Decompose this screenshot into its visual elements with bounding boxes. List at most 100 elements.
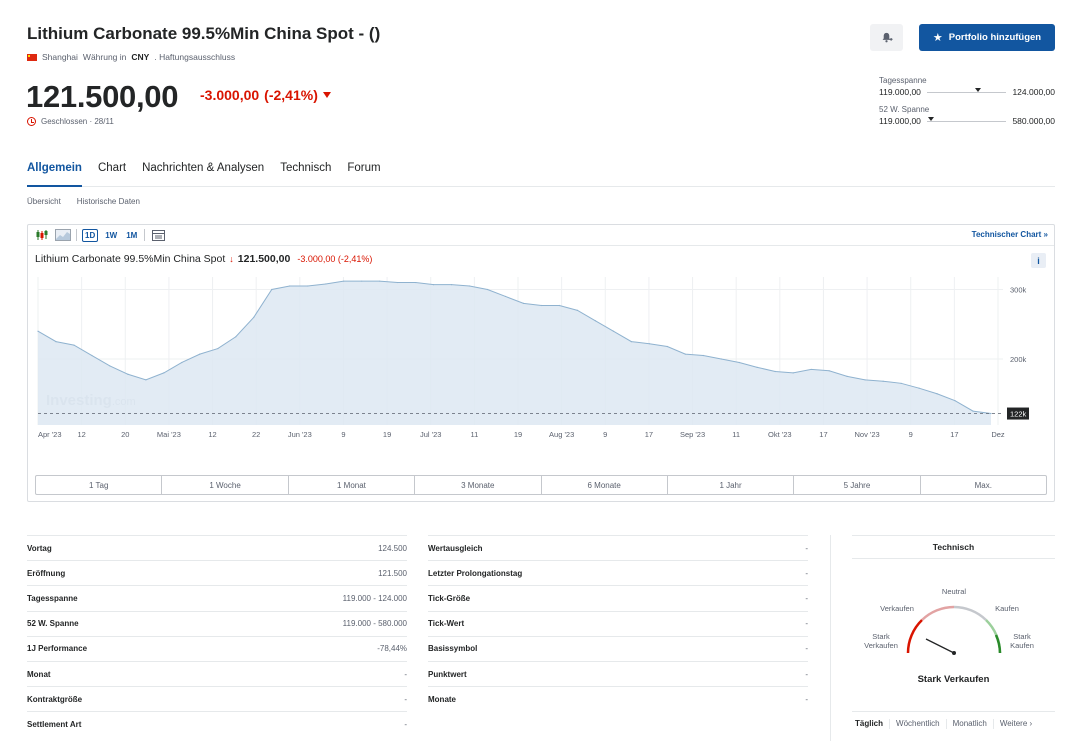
main-tabs: Allgemein Chart Nachrichten & Analysen T… [27,160,1055,187]
x-tick-label: Dez [991,430,1005,439]
period-max[interactable]: Max. [921,476,1046,494]
price-point [145,379,147,381]
add-portfolio-label: Portfolio hinzufügen [948,32,1042,43]
price-chart[interactable]: Investing.com300k200k122kApr '231220Mai … [28,273,1054,443]
stat-value: - [805,644,808,654]
period-1m[interactable]: 1 Monat [289,476,416,494]
period-5y[interactable]: 5 Jahre [794,476,921,494]
toolbar-divider [76,229,77,241]
tab-technical[interactable]: Technisch [280,160,331,187]
price-point [307,285,309,287]
price-point [343,280,345,282]
x-tick-label: Sep '23 [680,430,705,439]
down-arrow-icon: ↓ [229,254,234,264]
subtab-overview[interactable]: Übersicht [27,197,61,206]
stat-label: Settlement Art [27,719,82,729]
chart-price: 121.500,00 [237,253,291,265]
info-button[interactable]: i [1031,253,1046,268]
x-tick-label: 17 [819,430,827,439]
x-tick-label: 17 [645,430,653,439]
price-point [846,375,848,377]
y-tick-label: 300k [1010,286,1027,295]
tab-news[interactable]: Nachrichten & Analysen [142,160,264,187]
subtab-historical[interactable]: Historische Daten [77,197,140,206]
price-point [468,285,471,287]
tech-tab-weekly[interactable]: Wöchentlich [890,719,947,729]
stat-row: 1J Performance -78,44% [27,635,407,661]
price-point [522,302,525,305]
price-point [235,336,237,338]
candlestick-icon[interactable] [34,229,50,242]
price-point [720,358,722,360]
price-point [109,365,111,367]
interval-1w-button[interactable]: 1W [103,230,119,241]
disclaimer-link[interactable]: . Haftungsausschluss [154,52,235,62]
day-range-label: Tagesspanne [879,76,927,85]
stat-label: Wertausgleich [428,543,483,553]
tech-tab-more[interactable]: Weitere › [994,719,1038,729]
down-triangle-icon [322,92,331,98]
stat-label: Monat [27,669,51,679]
price-point [810,368,812,371]
stat-label: Eröffnung [27,568,66,578]
x-tick-label: 12 [208,430,216,439]
stat-value: 121.500 [378,568,407,578]
week52-range-bar [926,116,1007,122]
chart-panel: 1D 1W 1M Technischer Chart » Lithium Car… [27,224,1055,502]
price-point [900,382,902,384]
tab-forum[interactable]: Forum [347,160,380,187]
gauge-strong-buy-line2: Kaufen [1010,641,1034,650]
china-flag-icon [27,53,37,61]
tab-chart[interactable]: Chart [98,160,126,187]
period-3m[interactable]: 3 Monate [415,476,542,494]
week52-range-marker [927,116,934,121]
change-percent: (-2,41%) [264,87,318,103]
technical-result: Stark Verkaufen [917,674,990,685]
add-portfolio-button[interactable]: ★ Portfolio hinzufügen [919,24,1055,51]
interval-1m-button[interactable]: 1M [124,230,139,241]
stat-row: Vortag 124.500 [27,535,407,560]
stat-label: Monate [428,694,456,704]
price-point [990,412,992,415]
alert-button[interactable] [870,24,903,51]
price-point [181,361,183,364]
price-point [774,370,776,373]
technical-chart-link[interactable]: Technischer Chart » [972,230,1048,239]
stat-label: Vortag [27,543,52,553]
tab-allgemein[interactable]: Allgemein [27,160,82,187]
price-point [540,304,543,307]
day-range-bar [926,87,1007,93]
tech-tab-monthly[interactable]: Monatlich [947,719,994,729]
price-point [37,330,39,332]
price-point [882,380,884,382]
interval-1d-button[interactable]: 1D [82,228,99,242]
x-tick-label: Apr '23 [38,430,62,439]
stat-row: Basissymbol - [428,635,808,661]
price-point [612,330,614,332]
exchange-label: Shanghai [42,52,78,62]
sub-tabs: Übersicht Historische Daten [27,197,140,206]
x-tick-label: 11 [470,430,478,439]
stat-value: - [805,619,808,629]
stat-value: - [404,694,407,704]
price-point [504,295,507,298]
x-tick-label: 9 [603,430,607,439]
last-price: 121.500,00 [26,79,179,114]
gauge-strong-sell-label: Stark Verkaufen [856,632,906,650]
period-1w[interactable]: 1 Woche [162,476,289,494]
x-tick-label: Mai '23 [157,430,181,439]
change-value: -3.000,00 [200,87,260,103]
period-6m[interactable]: 6 Monate [542,476,668,494]
table-view-icon[interactable] [150,229,166,242]
toolbar-divider [144,229,146,241]
stat-row: Tick-Wert - [428,610,808,636]
area-chart-icon[interactable] [55,229,71,242]
tech-tab-daily[interactable]: Täglich [852,719,891,729]
period-1d[interactable]: 1 Tag [36,476,163,494]
price-point [432,284,435,286]
period-1y[interactable]: 1 Jahr [668,476,795,494]
price-point [702,354,704,357]
price-point [954,400,956,402]
technical-panel: Technisch Neutral Verkaufen Kaufen Stark… [852,535,1055,729]
status-text: Geschlossen · 28/11 [41,117,114,126]
